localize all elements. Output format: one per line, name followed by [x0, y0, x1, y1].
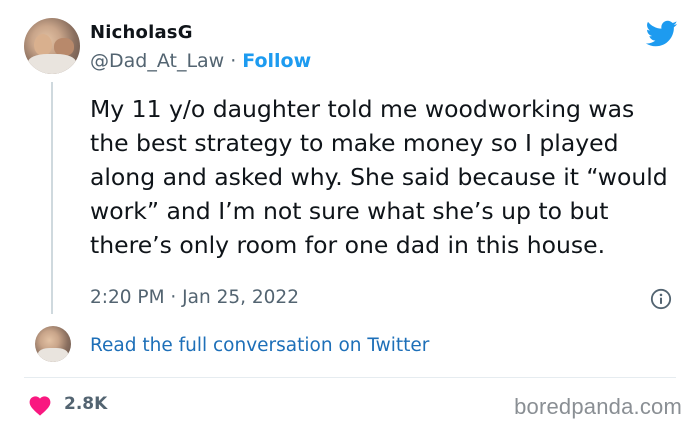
likes-count[interactable]: 2.8K [64, 394, 107, 414]
author-name[interactable]: NicholasG [90, 22, 193, 43]
tweet-card: NicholasG @Dad_At_Law · Follow My 11 y/o d… [0, 0, 700, 431]
read-conversation-link[interactable]: Read the full conversation on Twitter [90, 335, 429, 356]
info-icon[interactable] [650, 288, 672, 310]
conversation-avatar[interactable] [35, 326, 71, 362]
tweet-text: My 11 y/o daughter told me woodworking w… [90, 95, 668, 259]
heart-icon[interactable] [28, 394, 52, 416]
separator: · [230, 50, 237, 72]
author-handle[interactable]: @Dad_At_Law [90, 50, 224, 72]
thread-line [51, 82, 53, 314]
author-avatar[interactable] [24, 18, 80, 74]
twitter-bird-icon[interactable] [646, 20, 678, 48]
follow-button[interactable]: Follow [242, 50, 311, 72]
tweet-timestamp[interactable]: 2:20 PM · Jan 25, 2022 [90, 287, 299, 308]
divider [24, 377, 676, 378]
author-handle-row: @Dad_At_Law · Follow [90, 50, 311, 72]
source-watermark: boredpanda.com [514, 394, 682, 419]
